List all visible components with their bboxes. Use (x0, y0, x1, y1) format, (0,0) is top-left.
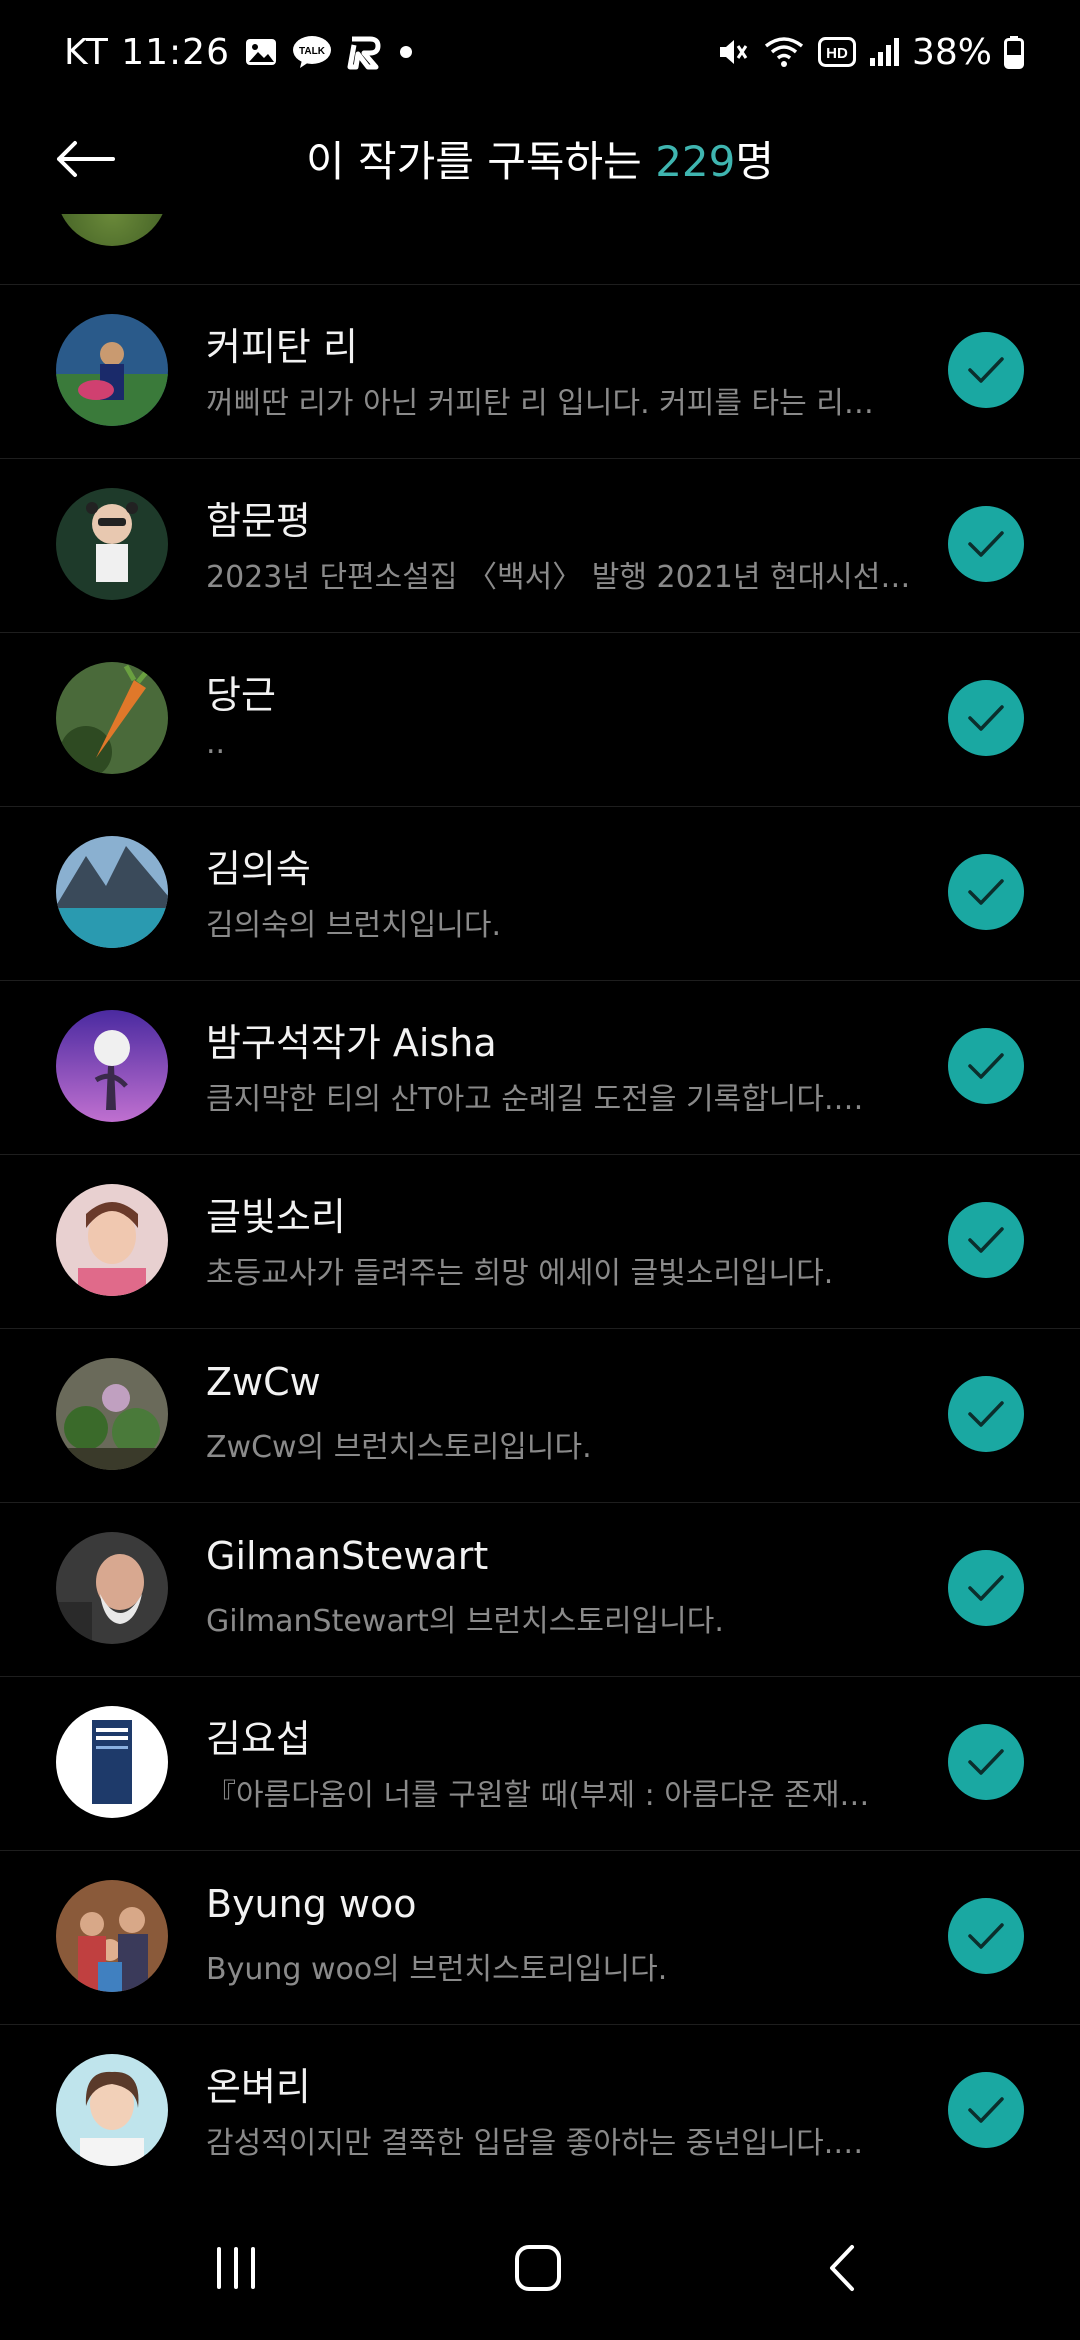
avatar (56, 1184, 168, 1296)
recent-apps-icon (217, 2247, 255, 2289)
avatar (56, 836, 168, 948)
wifi-icon (762, 34, 806, 70)
list-item[interactable]: 당근 .. (0, 632, 1080, 807)
subscriber-desc: 『아름다움이 너를 구원할 때(부제 : 아름다운 존재… (206, 1778, 870, 1813)
list-item[interactable]: 김요섭 『아름다움이 너를 구원할 때(부제 : 아름다운 존재… (0, 1676, 1080, 1851)
recent-apps-button[interactable] (196, 2232, 276, 2304)
subscribed-check-button[interactable] (948, 1028, 1024, 1104)
subscriber-desc: Byung woo의 브런치스토리입니다. (206, 1952, 668, 1987)
subscriber-count: 229 (655, 137, 736, 186)
subscriber-name: 김의숙 (206, 847, 311, 891)
battery-percent: 38% (911, 31, 992, 73)
title-suffix: 명 (735, 137, 774, 186)
talk-icon: TALK (292, 34, 332, 70)
battery-icon (1004, 35, 1024, 69)
home-icon (515, 2245, 561, 2291)
avatar (56, 1358, 168, 1470)
subscriber-desc: .. (206, 726, 226, 761)
list-item[interactable]: 함문평 2023년 단편소설집 〈백서〉 발행 2021년 현대시선… (0, 458, 1080, 633)
subscribed-check-button[interactable] (948, 1202, 1024, 1278)
list-item[interactable]: 커피탄 리 꺼삐딴 리가 아닌 커피탄 리 입니다. 커피를 타는 리… (0, 284, 1080, 459)
check-icon (968, 1575, 1004, 1601)
subscriber-name: 커피탄 리 (206, 325, 358, 369)
check-icon (968, 1749, 1004, 1775)
hd-icon: HD (817, 37, 856, 67)
list-item[interactable]: Byung woo Byung woo의 브런치스토리입니다. (0, 1850, 1080, 2025)
check-icon (968, 705, 1004, 731)
subscribed-check-button[interactable] (948, 506, 1024, 582)
list-item[interactable]: ZwCw ZwCw의 브런치스토리입니다. (0, 1328, 1080, 1503)
subscribed-check-button[interactable] (948, 1898, 1024, 1974)
avatar (56, 488, 168, 600)
list-item[interactable]: 김의숙 김의숙의 브런치입니다. (0, 806, 1080, 981)
subscriber-list: 커피탄 리 꺼삐딴 리가 아닌 커피탄 리 입니다. 커피를 타는 리… 함문평… (0, 214, 1080, 2214)
back-nav-icon (830, 2245, 854, 2291)
subscriber-name: 김요섭 (206, 1717, 311, 1761)
dot-icon (398, 44, 414, 60)
mute-icon (714, 34, 750, 70)
check-icon (968, 879, 1004, 905)
avatar (56, 2054, 168, 2166)
subscriber-name: 당근 (206, 673, 276, 717)
status-time: KT 11:26 (64, 31, 230, 73)
subscriber-desc: 초등교사가 들려주는 희망 에세이 글빛소리입니다. (206, 1256, 834, 1291)
avatar (56, 314, 168, 426)
home-button[interactable] (498, 2232, 578, 2304)
signal-icon (868, 36, 900, 68)
check-icon (968, 1053, 1004, 1079)
avatar (56, 1532, 168, 1644)
back-nav-button[interactable] (802, 2232, 882, 2304)
subscriber-name: 밤구석작가 Aisha (206, 1021, 497, 1065)
list-item[interactable]: 글빛소리 초등교사가 들려주는 희망 에세이 글빛소리입니다. (0, 1154, 1080, 1329)
avatar (56, 214, 168, 246)
avatar (56, 1706, 168, 1818)
check-icon (968, 1401, 1004, 1427)
subscriber-desc: ZwCw의 브런치스토리입니다. (206, 1430, 592, 1465)
subscriber-name: GilmanStewart (206, 1534, 489, 1578)
check-icon (968, 2097, 1004, 2123)
navigation-bar (0, 2196, 1080, 2340)
subscriber-name: 함문평 (206, 499, 311, 543)
avatar (56, 1880, 168, 1992)
subscribed-check-button[interactable] (948, 854, 1024, 930)
list-item[interactable]: 온벼리 감성적이지만 결쭉한 입담을 좋아하는 중년입니다.… (0, 2024, 1080, 2199)
page-title: 이 작가를 구독하는 229명 (0, 128, 1080, 189)
subscriber-name: 온벼리 (206, 2065, 311, 2109)
check-icon (968, 1923, 1004, 1949)
subscriber-desc: 큼지막한 티의 산T아고 순례길 도전을 기록합니다.… (206, 1082, 864, 1117)
talk-label: TALK (299, 46, 326, 57)
check-icon (968, 531, 1004, 557)
avatar (56, 1010, 168, 1122)
subscribed-check-button[interactable] (948, 2072, 1024, 2148)
title-prefix: 이 작가를 구독하는 (306, 137, 656, 186)
subscribed-check-button[interactable] (948, 332, 1024, 408)
header: 이 작가를 구독하는 229명 (0, 104, 1080, 214)
r-app-icon (346, 33, 384, 71)
list-item[interactable]: 밤구석작가 Aisha 큼지막한 티의 산T아고 순례길 도전을 기록합니다.… (0, 980, 1080, 1155)
subscriber-name: Byung woo (206, 1882, 417, 1926)
subscriber-desc: 2023년 단편소설집 〈백서〉 발행 2021년 현대시선… (206, 560, 911, 595)
gallery-icon (244, 35, 278, 69)
list-item[interactable]: GilmanStewart GilmanStewart의 브런치스토리입니다. (0, 1502, 1080, 1677)
subscribed-check-button[interactable] (948, 680, 1024, 756)
subscribed-check-button[interactable] (948, 1550, 1024, 1626)
check-icon (968, 357, 1004, 383)
avatar (56, 662, 168, 774)
subscriber-desc: 김의숙의 브런치입니다. (206, 908, 502, 943)
subscribed-check-button[interactable] (948, 1376, 1024, 1452)
hd-label: HD (826, 45, 848, 62)
subscriber-desc: GilmanStewart의 브런치스토리입니다. (206, 1604, 724, 1639)
subscriber-name: ZwCw (206, 1360, 321, 1404)
check-icon (968, 1227, 1004, 1253)
status-bar: KT 11:26 TALK HD 38% (0, 0, 1080, 104)
subscriber-desc: 꺼삐딴 리가 아닌 커피탄 리 입니다. 커피를 타는 리… (206, 386, 874, 421)
subscriber-desc: 감성적이지만 결쭉한 입담을 좋아하는 중년입니다.… (206, 2126, 864, 2161)
list-item-partial[interactable] (0, 214, 1080, 285)
subscriber-name: 글빛소리 (206, 1195, 346, 1239)
subscribed-check-button[interactable] (948, 1724, 1024, 1800)
